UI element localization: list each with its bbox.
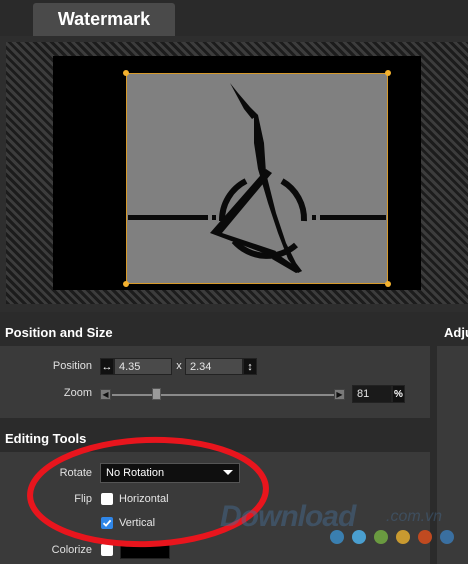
resize-handle-top-right[interactable] — [385, 70, 391, 76]
brand-dot — [330, 530, 344, 544]
horizontal-arrows-icon[interactable]: ↔ — [100, 358, 114, 375]
brand-text: Download — [220, 500, 356, 533]
resize-handle-top-left[interactable] — [123, 70, 129, 76]
position-size-panel — [0, 346, 430, 418]
brand-dot — [396, 530, 410, 544]
zoom-label: Zoom — [63, 387, 92, 399]
zoom-slider-thumb[interactable] — [152, 388, 162, 400]
position-separator: x — [176, 360, 182, 372]
rotate-selected-value: No Rotation — [106, 467, 165, 479]
position-x-input[interactable]: 4.35 — [114, 358, 172, 375]
zoom-unit: % — [392, 385, 405, 403]
colorize-label: Colorize — [51, 544, 92, 556]
brand-dot — [418, 530, 432, 544]
zoom-slider-track[interactable] — [112, 394, 334, 396]
flip-vertical-label: Vertical — [119, 517, 156, 529]
flip-horizontal-checkbox[interactable] — [101, 493, 113, 505]
checkmark-icon — [102, 519, 112, 527]
brand-dot — [374, 530, 388, 544]
resize-handle-bottom-left[interactable] — [123, 281, 129, 287]
adjust-header: Adju — [444, 322, 468, 342]
rotate-label: Rotate — [59, 467, 92, 479]
resize-handle-bottom-right[interactable] — [385, 281, 391, 287]
colorize-checkbox[interactable] — [101, 544, 113, 556]
zoom-decrease-button[interactable]: ◀ — [100, 389, 111, 400]
position-y-input[interactable]: 2.34 — [185, 358, 243, 375]
editing-tools-header: Editing Tools — [0, 428, 430, 448]
tab-watermark[interactable]: Watermark — [33, 3, 175, 36]
flip-horizontal-label: Horizontal — [119, 493, 169, 505]
position-size-header: Position and Size — [0, 322, 430, 342]
watermark-logo — [128, 83, 386, 273]
flip-label: Flip — [74, 493, 92, 505]
vertical-arrows-icon[interactable]: ↕ — [243, 358, 257, 375]
brand-dot — [352, 530, 366, 544]
chevron-down-icon — [223, 470, 233, 475]
zoom-increase-button[interactable]: ▶ — [334, 389, 345, 400]
flip-vertical-checkbox[interactable] — [101, 517, 113, 529]
rotate-dropdown[interactable]: No Rotation — [100, 463, 240, 483]
colorize-color-swatch[interactable] — [120, 541, 170, 559]
brand-dot — [440, 530, 454, 544]
position-label: Position — [52, 360, 92, 372]
brand-suffix: .com.vn — [386, 508, 443, 525]
zoom-value-input[interactable]: 81 — [352, 385, 392, 403]
